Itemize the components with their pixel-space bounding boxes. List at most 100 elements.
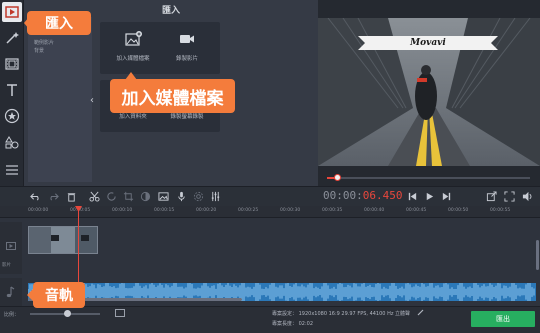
trash-icon (67, 192, 75, 202)
transitions-tool-button[interactable] (2, 54, 22, 74)
pencil-icon[interactable] (417, 309, 424, 316)
timeline-vertical-scrollbar[interactable] (536, 240, 539, 270)
callout-add-media: 加入媒體檔案 (110, 79, 235, 113)
scissors-icon (88, 191, 100, 202)
previous-frame-button[interactable] (405, 189, 419, 203)
ruler-tick: 00:00:45 (406, 208, 427, 213)
equalizer-icon (211, 191, 219, 201)
clip-properties-button[interactable] (156, 189, 170, 203)
fullscreen-button[interactable] (502, 189, 516, 203)
color-adjust-button[interactable] (138, 189, 152, 203)
tile-label: 錄製影片 (175, 56, 198, 62)
ruler-tick: 00:00:10 (112, 208, 133, 213)
project-settings-value: 1920x1080 16:9 29.97 FPS, 44100 Hz 立體聲 (298, 311, 411, 317)
redo-icon (49, 192, 59, 201)
ruler-tick: 00:00:30 (280, 208, 301, 213)
callout-import: 匯入 (27, 11, 91, 35)
rotate-icon (106, 191, 116, 201)
banner-text: Movavi (410, 38, 446, 48)
redo-button[interactable] (46, 189, 60, 203)
delete-button[interactable] (64, 189, 78, 203)
video-track-label: 影片 (2, 263, 11, 268)
import-icon (5, 6, 19, 18)
timeline-zoom-handle[interactable] (64, 310, 71, 317)
more-tools-button[interactable] (2, 160, 22, 180)
video-clip[interactable] (28, 226, 98, 254)
skip-forward-icon (442, 192, 450, 200)
ruler-tick: 00:00:20 (196, 208, 217, 213)
shapes-icon (5, 136, 19, 149)
sub-nav-backgrounds[interactable]: 背景 (34, 47, 44, 54)
audio-track-header (0, 278, 22, 306)
magic-wand-icon (6, 32, 19, 44)
gear-icon (193, 191, 203, 201)
project-length: 專案長度： 02:02 (272, 320, 313, 327)
play-icon (426, 192, 433, 200)
project-settings-label: 專案設定： (272, 311, 298, 317)
text-icon (7, 84, 17, 96)
play-button[interactable] (422, 189, 436, 203)
fullscreen-icon (503, 190, 515, 202)
color-adjust-icon (140, 191, 150, 201)
record-audio-button[interactable] (174, 189, 188, 203)
project-length-label: 專案長度： (272, 321, 298, 327)
star-sticker-icon (4, 108, 20, 124)
undo-button[interactable] (28, 189, 42, 203)
video-track-header: 影片 (0, 222, 22, 274)
video-preview[interactable]: Movavi (318, 18, 540, 166)
editing-toolbar (0, 186, 540, 206)
callout-audio-track: 音軌 (33, 282, 85, 308)
import-tool-button[interactable] (2, 2, 22, 22)
filters-tool-button[interactable] (2, 28, 22, 48)
video-camera-icon (180, 35, 194, 43)
crop-icon (123, 191, 133, 201)
sub-nav-sample-videos[interactable]: 範例影片 (34, 39, 54, 46)
external-window-icon (486, 190, 497, 201)
skip-back-icon (408, 192, 416, 200)
crop-button[interactable] (121, 189, 135, 203)
ruler-tick: 00:00:50 (448, 208, 469, 213)
callouts-tool-button[interactable] (2, 132, 22, 152)
timecode-current: 06.450 (362, 189, 403, 202)
fit-timeline-button[interactable] (115, 309, 125, 317)
tile-label: 錄製螢幕錄製 (170, 114, 204, 120)
microphone-icon (177, 191, 185, 201)
undo-icon (29, 192, 39, 201)
ruler-tick: 00:00:00 (28, 208, 49, 213)
filmstrip-icon (5, 58, 19, 70)
titles-tool-button[interactable] (2, 80, 22, 100)
ruler-tick: 00:00:40 (364, 208, 385, 213)
playback-progress-bar[interactable] (327, 177, 530, 179)
project-settings: 專案設定： 1920x1080 16:9 29.97 FPS, 44100 Hz… (272, 310, 410, 317)
clip-thumbnail (29, 227, 97, 253)
ruler-tick: 00:00:25 (238, 208, 259, 213)
playback-progress-handle[interactable] (334, 174, 341, 181)
clip-settings-button[interactable] (191, 189, 205, 203)
ruler-tick: 00:00:35 (322, 208, 343, 213)
status-bar (0, 306, 540, 333)
scale-label: 比例： (4, 312, 20, 318)
timecode-display: 00:00:06.450 (323, 189, 403, 202)
music-note-icon (6, 286, 15, 298)
export-button[interactable]: 匯出 (471, 311, 535, 327)
callout-add-media-tail (125, 72, 137, 80)
cut-button[interactable] (87, 189, 101, 203)
image-icon (157, 191, 169, 201)
stickers-tool-button[interactable] (2, 106, 22, 126)
video-track-icon (6, 242, 16, 250)
volume-button[interactable] (520, 189, 534, 203)
record-video-tile[interactable]: 錄製影片 (154, 22, 220, 74)
rotate-button[interactable] (104, 189, 118, 203)
next-frame-button[interactable] (439, 189, 453, 203)
collapse-panel-button[interactable]: ‹ (88, 90, 96, 110)
callout-audio-track-tail (27, 289, 33, 301)
add-media-icon (125, 31, 142, 46)
import-sub-nav: 範例影片 背景 (28, 17, 92, 182)
menu-list-icon (6, 165, 18, 175)
audio-equalizer-button[interactable] (208, 189, 222, 203)
project-length-value: 02:02 (298, 321, 314, 327)
callout-import-tail (24, 17, 29, 29)
ruler-tick: 00:00:55 (490, 208, 511, 213)
speaker-icon (522, 191, 531, 201)
detach-preview-button[interactable] (484, 189, 498, 203)
